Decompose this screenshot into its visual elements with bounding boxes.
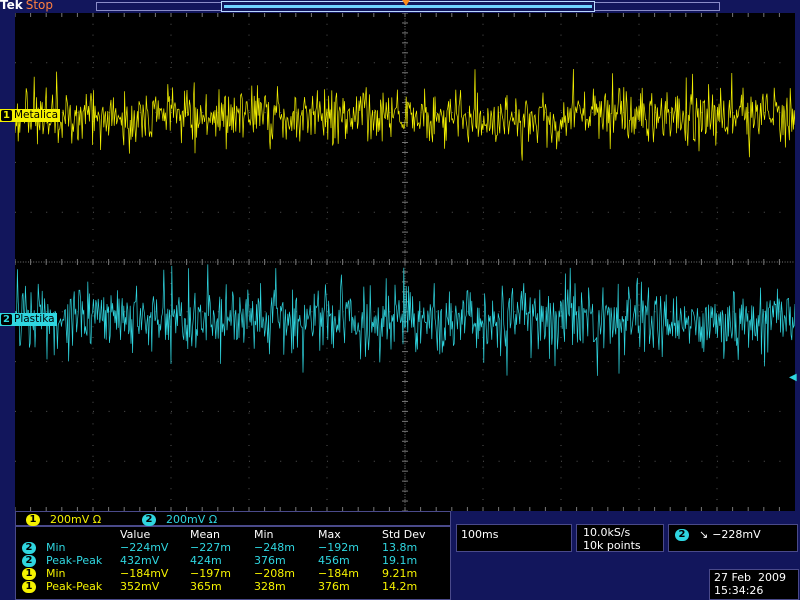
trigger-source-badge: 2 [675,529,689,541]
brand-label: Tek [0,0,23,12]
trigger-slope-icon: ↘ [699,528,709,541]
channel-2-name: Plastika [14,313,55,325]
measurement-min: 376m [254,554,286,567]
channel-badge: 1 [22,568,36,580]
record-length: 10k points [583,539,641,552]
measurement-std: 19.1m [382,554,418,567]
measurement-value: −224mV [120,541,169,554]
timebase-value: 100ms [461,528,499,541]
measurement-max: −192m [318,541,359,554]
table-row[interactable]: 1 Min −184mV −197m −208m −184m 9.21m [22,567,442,580]
measurement-min: −248m [254,541,295,554]
col-mean: Mean [190,528,220,541]
measurements-header-row: Value Mean Min Max Std Dev [22,528,442,541]
measurements-table: Value Mean Min Max Std Dev 2 Min −224mV −… [22,528,442,593]
trigger-position-marker[interactable] [402,0,410,6]
time: 15:34:26 [714,584,764,597]
timebase-readout[interactable]: 100ms [456,524,572,552]
run-state-label: Stop [25,0,53,12]
vertical-scale-bar: 1 200mV Ω 2 200mV Ω [15,511,451,526]
channel-1-label[interactable]: 1 Metalica [0,109,61,122]
measurement-name: 1 Peak-Peak [22,580,120,593]
channel-badge: 2 [22,555,36,567]
channel-2-scale-value: 200mV Ω [166,513,218,526]
channel-badge: 1 [22,581,36,593]
table-row[interactable]: 2 Peak-Peak 432mV 424m 376m 456m 19.1m [22,554,442,567]
measurement-name: 2 Peak-Peak [22,554,120,567]
graticule-svg [15,13,795,511]
measurement-max: 376m [318,580,350,593]
measurement-name: 2 Min [22,541,120,554]
measurement-mean: −227m [190,541,231,554]
table-row[interactable]: 2 Min −224mV −227m −248m −192m 13.8m [22,541,442,554]
col-max: Max [318,528,341,541]
col-min: Min [254,528,274,541]
trigger-level-arrow-icon[interactable]: ◀ [789,372,797,383]
col-value: Value [120,528,151,541]
channel-1-scale[interactable]: 1 200mV Ω [26,513,101,526]
channel-2-badge: 2 [142,514,156,526]
measurements-panel: Value Mean Min Max Std Dev 2 Min −224mV −… [15,526,451,600]
measurement-name: 1 Min [22,567,120,580]
measurement-mean: 424m [190,554,222,567]
measurement-value: 352mV [120,580,160,593]
measurement-value: 432mV [120,554,160,567]
sample-rate: 10.0kS/s [583,526,631,539]
trigger-readout[interactable]: 2 ↘ −228mV [668,524,798,552]
table-row[interactable]: 1 Peak-Peak 352mV 365m 328m 376m 14.2m [22,580,442,593]
channel-1-name: Metalica [14,109,59,121]
channel-1-scale-value: 200mV Ω [50,513,102,526]
channel-2-scale[interactable]: 2 200mV Ω [142,513,217,526]
col-std-dev: Std Dev [382,528,426,541]
channel-1-badge: 1 [26,514,40,526]
measurement-value: −184mV [120,567,169,580]
measurement-min: 328m [254,580,286,593]
measurement-mean: −197m [190,567,231,580]
channel-2-label[interactable]: 2 Plastika [0,313,57,326]
channel-1-number: 1 [1,110,12,121]
top-status-bar: Tek Stop [0,0,800,13]
acquisition-readout[interactable]: 10.0kS/s 10k points [576,524,664,552]
measurement-std: 14.2m [382,580,418,593]
measurement-max: 456m [318,554,350,567]
trigger-level: −228mV [712,528,761,541]
date: 27 Feb 2009 [714,571,786,584]
measurement-mean: 365m [190,580,222,593]
col-spacer [22,528,120,541]
date-time-readout: 27 Feb 2009 15:34:26 [709,569,799,600]
channel-badge: 2 [22,542,36,554]
measurement-min: −208m [254,567,295,580]
run-status: Tek Stop [0,0,53,12]
channel-2-number: 2 [1,314,12,325]
waveform-display[interactable] [15,13,795,511]
measurement-std: 13.8m [382,541,418,554]
measurement-std: 9.21m [382,567,418,580]
measurement-max: −184m [318,567,359,580]
